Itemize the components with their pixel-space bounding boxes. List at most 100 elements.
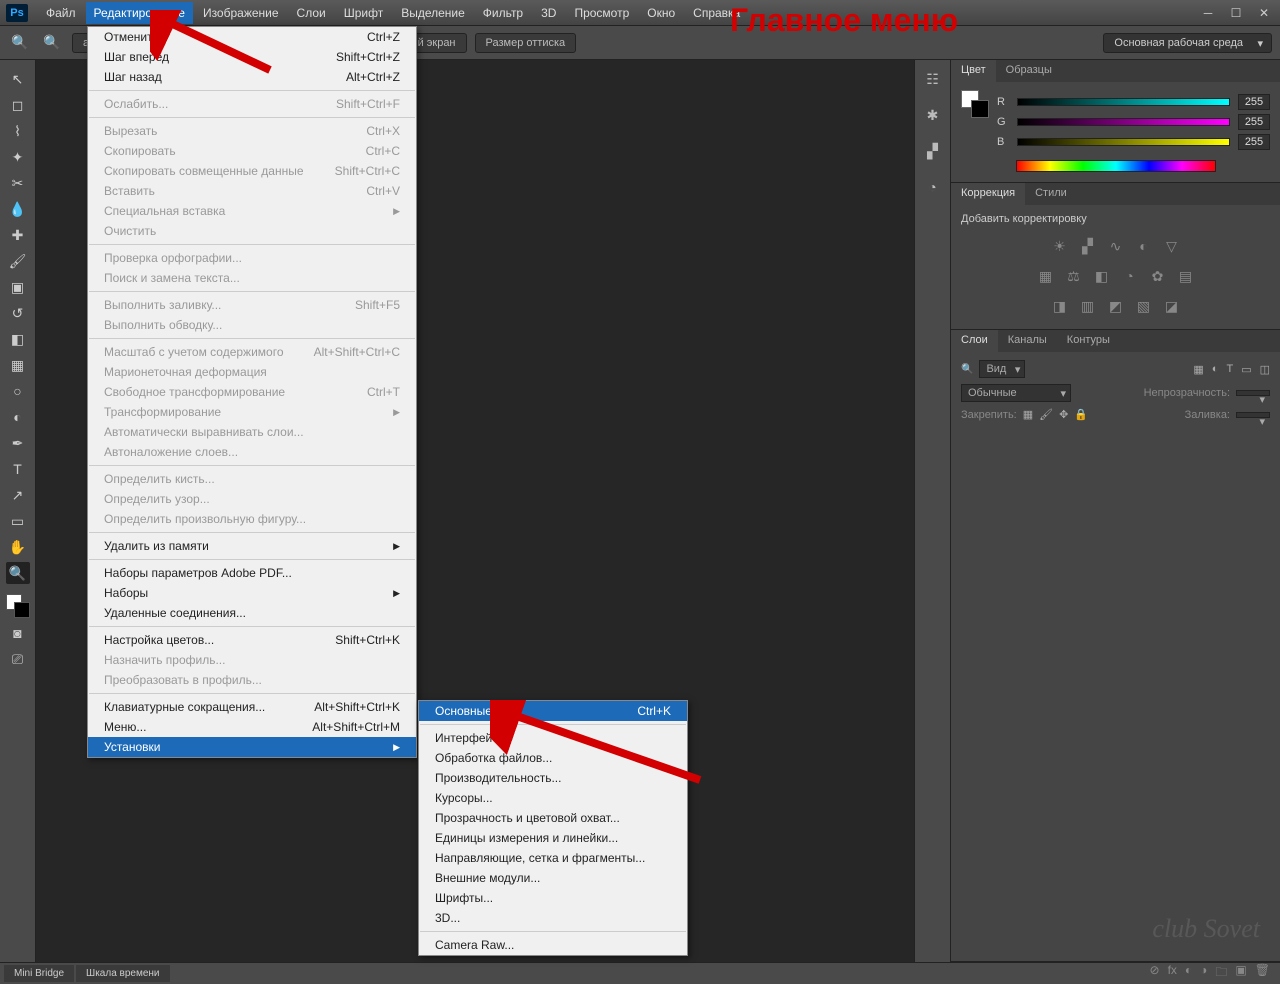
blend-mode-select[interactable]: Обычные — [961, 384, 1071, 402]
trash-icon[interactable]: 🗑 — [1255, 963, 1270, 984]
adj-levels-icon[interactable]: ▞ — [1079, 237, 1097, 255]
layer-kind-select[interactable]: Вид — [979, 360, 1025, 378]
wand-tool[interactable]: ✦ — [6, 146, 30, 168]
adj-balance-icon[interactable]: ⚖ — [1065, 267, 1083, 285]
history-panel-icon[interactable]: ☷ — [921, 68, 945, 90]
r-value[interactable]: 255 — [1238, 94, 1270, 110]
menu-item[interactable]: Шаг назадAlt+Ctrl+Z — [88, 67, 416, 87]
tab-swatches[interactable]: Образцы — [996, 60, 1062, 82]
menu-3d[interactable]: 3D — [533, 2, 564, 24]
adj-poster-icon[interactable]: ▥ — [1079, 297, 1097, 315]
color-swatches[interactable] — [6, 594, 30, 618]
adj-thresh-icon[interactable]: ◩ — [1107, 297, 1125, 315]
dodge-tool[interactable]: ◐ — [6, 406, 30, 428]
adj-layer-icon[interactable]: ◑ — [1200, 963, 1207, 984]
filter-shape-icon[interactable]: ▭ — [1241, 363, 1251, 376]
menu-item[interactable]: Camera Raw... — [419, 935, 687, 955]
marquee-tool[interactable]: ◻ — [6, 94, 30, 116]
adj-invert-icon[interactable]: ◨ — [1051, 297, 1069, 315]
adj-photo-icon[interactable]: ◔ — [1121, 267, 1139, 285]
zoom-tool[interactable]: 🔍 — [6, 562, 30, 584]
stamp-tool[interactable]: ▣ — [6, 276, 30, 298]
move-tool[interactable]: ↖ — [6, 68, 30, 90]
minimize-button[interactable]: ─ — [1198, 6, 1218, 20]
pen-tool[interactable]: ✒ — [6, 432, 30, 454]
filter-pixel-icon[interactable]: ▦ — [1193, 363, 1203, 376]
menu-справка[interactable]: Справка — [685, 2, 748, 24]
menu-item[interactable]: Курсоры... — [419, 788, 687, 808]
info-panel-icon[interactable]: ◔ — [921, 176, 945, 198]
menu-item[interactable]: Прозрачность и цветовой охват... — [419, 808, 687, 828]
lock-trans-icon[interactable]: ▦ — [1023, 408, 1033, 421]
menu-item[interactable]: Производительность... — [419, 768, 687, 788]
menu-item[interactable]: Направляющие, сетка и фрагменты... — [419, 848, 687, 868]
brush-tool[interactable]: 🖌 — [6, 250, 30, 272]
gradient-tool[interactable]: ▦ — [6, 354, 30, 376]
tab-контуры[interactable]: Контуры — [1057, 330, 1120, 352]
menu-изображение[interactable]: Изображение — [195, 2, 287, 24]
zoom-tool-icon[interactable]: 🔍 — [8, 32, 32, 54]
tab-слои[interactable]: Слои — [951, 330, 998, 352]
tab-color[interactable]: Цвет — [951, 60, 996, 82]
menu-item[interactable]: Шаг впередShift+Ctrl+Z — [88, 47, 416, 67]
histogram-panel-icon[interactable]: ▞ — [921, 140, 945, 162]
g-slider[interactable] — [1017, 118, 1230, 126]
menu-item[interactable]: Внешние модули... — [419, 868, 687, 888]
heal-tool[interactable]: ✚ — [6, 224, 30, 246]
menu-item[interactable]: ОтменитьCtrl+Z — [88, 27, 416, 47]
adj-grad-icon[interactable]: ▧ — [1135, 297, 1153, 315]
fx-icon[interactable]: fx — [1168, 963, 1177, 984]
menu-item[interactable]: 3D... — [419, 908, 687, 928]
filter-adj-icon[interactable]: ◐ — [1212, 363, 1219, 376]
screenmode-toggle[interactable]: ⎚ — [6, 648, 30, 670]
menu-item[interactable]: Интерфейс... — [419, 728, 687, 748]
menu-слои[interactable]: Слои — [289, 2, 334, 24]
filter-smart-icon[interactable]: ◫ — [1260, 363, 1270, 376]
menu-item[interactable]: Удалить из памяти▶ — [88, 536, 416, 556]
menu-item[interactable]: Установки▶ — [88, 737, 416, 757]
group-icon[interactable]: 🗀 — [1215, 963, 1227, 984]
menu-item[interactable]: Наборы параметров Adobe PDF... — [88, 563, 416, 583]
close-button[interactable]: ✕ — [1254, 6, 1274, 20]
menu-выделение[interactable]: Выделение — [393, 2, 473, 24]
menu-item[interactable]: Клавиатурные сокращения...Alt+Shift+Ctrl… — [88, 697, 416, 717]
adj-curves-icon[interactable]: ∿ — [1107, 237, 1125, 255]
adj-vibrance-icon[interactable]: ▽ — [1163, 237, 1181, 255]
link-layers-icon[interactable]: ⊘ — [1150, 963, 1160, 984]
crop-tool[interactable]: ✂ — [6, 172, 30, 194]
menu-редактирование[interactable]: Редактирование — [86, 2, 193, 24]
lock-pixel-icon[interactable]: 🖌 — [1039, 408, 1053, 421]
tab-каналы[interactable]: Каналы — [998, 330, 1057, 352]
menu-шрифт[interactable]: Шрифт — [336, 2, 391, 24]
shape-tool[interactable]: ▭ — [6, 510, 30, 532]
menu-просмотр[interactable]: Просмотр — [566, 2, 637, 24]
adj-bw-icon[interactable]: ◧ — [1093, 267, 1111, 285]
eraser-tool[interactable]: ◧ — [6, 328, 30, 350]
tab-adjustments[interactable]: Коррекция — [951, 183, 1025, 205]
tab-styles[interactable]: Стили — [1025, 183, 1077, 205]
filter-type-icon[interactable]: T — [1226, 363, 1233, 376]
menu-item[interactable]: Наборы▶ — [88, 583, 416, 603]
tab-mini-bridge[interactable]: Mini Bridge — [4, 965, 74, 982]
mask-icon[interactable]: ◐ — [1185, 963, 1192, 984]
menu-item[interactable]: Удаленные соединения... — [88, 603, 416, 623]
quickmask-toggle[interactable]: ◙ — [6, 622, 30, 644]
hand-tool[interactable]: ✋ — [6, 536, 30, 558]
adj-brightness-icon[interactable]: ☀ — [1051, 237, 1069, 255]
menu-item[interactable]: Основные...Ctrl+K — [419, 701, 687, 721]
maximize-button[interactable]: ☐ — [1226, 6, 1246, 20]
opacity-field[interactable] — [1236, 390, 1270, 396]
adj-lut-icon[interactable]: ▤ — [1177, 267, 1195, 285]
history-brush-tool[interactable]: ↺ — [6, 302, 30, 324]
b-value[interactable]: 255 — [1238, 134, 1270, 150]
eyedropper-tool[interactable]: 💧 — [6, 198, 30, 220]
path-tool[interactable]: ↗ — [6, 484, 30, 506]
b-slider[interactable] — [1017, 138, 1230, 146]
menu-item[interactable]: Шрифты... — [419, 888, 687, 908]
lasso-tool[interactable]: ⌇ — [6, 120, 30, 142]
tab-timeline[interactable]: Шкала времени — [76, 965, 169, 982]
lock-all-icon[interactable]: 🔒 — [1074, 408, 1088, 421]
optbar-button[interactable]: Размер оттиска — [475, 33, 577, 53]
adj-mixer-icon[interactable]: ✿ — [1149, 267, 1167, 285]
menu-item[interactable]: Обработка файлов... — [419, 748, 687, 768]
